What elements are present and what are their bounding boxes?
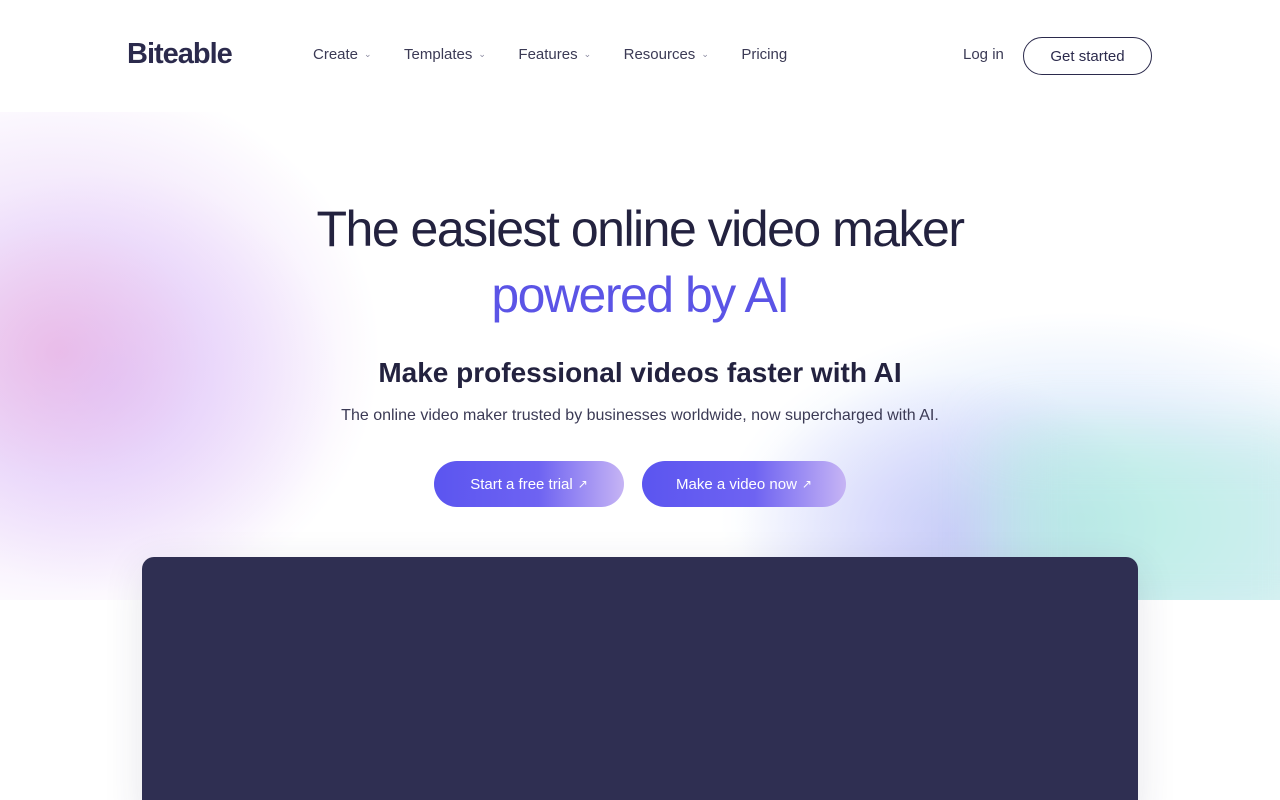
chevron-down-icon: ⌄ — [583, 49, 592, 59]
page: Biteable Create ⌄ Templates ⌄ Features ⌄… — [0, 0, 1280, 800]
nav-item-label: Resources — [623, 46, 696, 63]
nav-item-create[interactable]: Create ⌄ — [313, 46, 372, 63]
button-label: Make a video now — [676, 475, 797, 493]
login-link[interactable]: Log in — [963, 46, 1004, 63]
nav-item-pricing[interactable]: Pricing — [741, 46, 787, 63]
start-free-trial-button[interactable]: Start a free trial ↗ — [434, 461, 624, 507]
video-player-panel[interactable] — [142, 557, 1138, 800]
nav-item-label: Create — [313, 46, 359, 63]
nav-item-label: Templates — [404, 46, 473, 63]
nav-item-resources[interactable]: Resources ⌄ — [624, 46, 709, 63]
chevron-down-icon: ⌄ — [364, 49, 372, 59]
arrow-up-right-icon: ↗ — [577, 477, 588, 491]
hero-subtitle: Make professional videos faster with AI — [378, 357, 902, 388]
nav-item-templates[interactable]: Templates ⌄ — [404, 46, 486, 63]
main-nav: Create ⌄ Templates ⌄ Features ⌄ Resource… — [313, 46, 820, 63]
make-video-now-button[interactable]: Make a video now ↗ — [642, 461, 846, 507]
chevron-down-icon: ⌄ — [701, 49, 709, 59]
site-header: Biteable Create ⌄ Templates ⌄ Features ⌄… — [0, 0, 1280, 112]
nav-item-features[interactable]: Features ⌄ — [518, 46, 592, 63]
nav-item-label: Features — [518, 46, 578, 63]
hero-description: The online video maker trusted by busine… — [341, 407, 939, 424]
nav-item-label: Pricing — [741, 46, 788, 63]
get-started-button[interactable]: Get started — [1023, 37, 1152, 75]
button-label: Start a free trial — [470, 475, 573, 493]
chevron-down-icon: ⌄ — [478, 49, 486, 59]
hero-title: The easiest online video maker — [316, 201, 965, 257]
hero-title-accent: powered by AI — [491, 267, 790, 323]
biteable-logo[interactable]: Biteable — [127, 38, 233, 71]
hero-background — [0, 112, 1280, 600]
arrow-up-right-icon: ↗ — [801, 477, 812, 491]
